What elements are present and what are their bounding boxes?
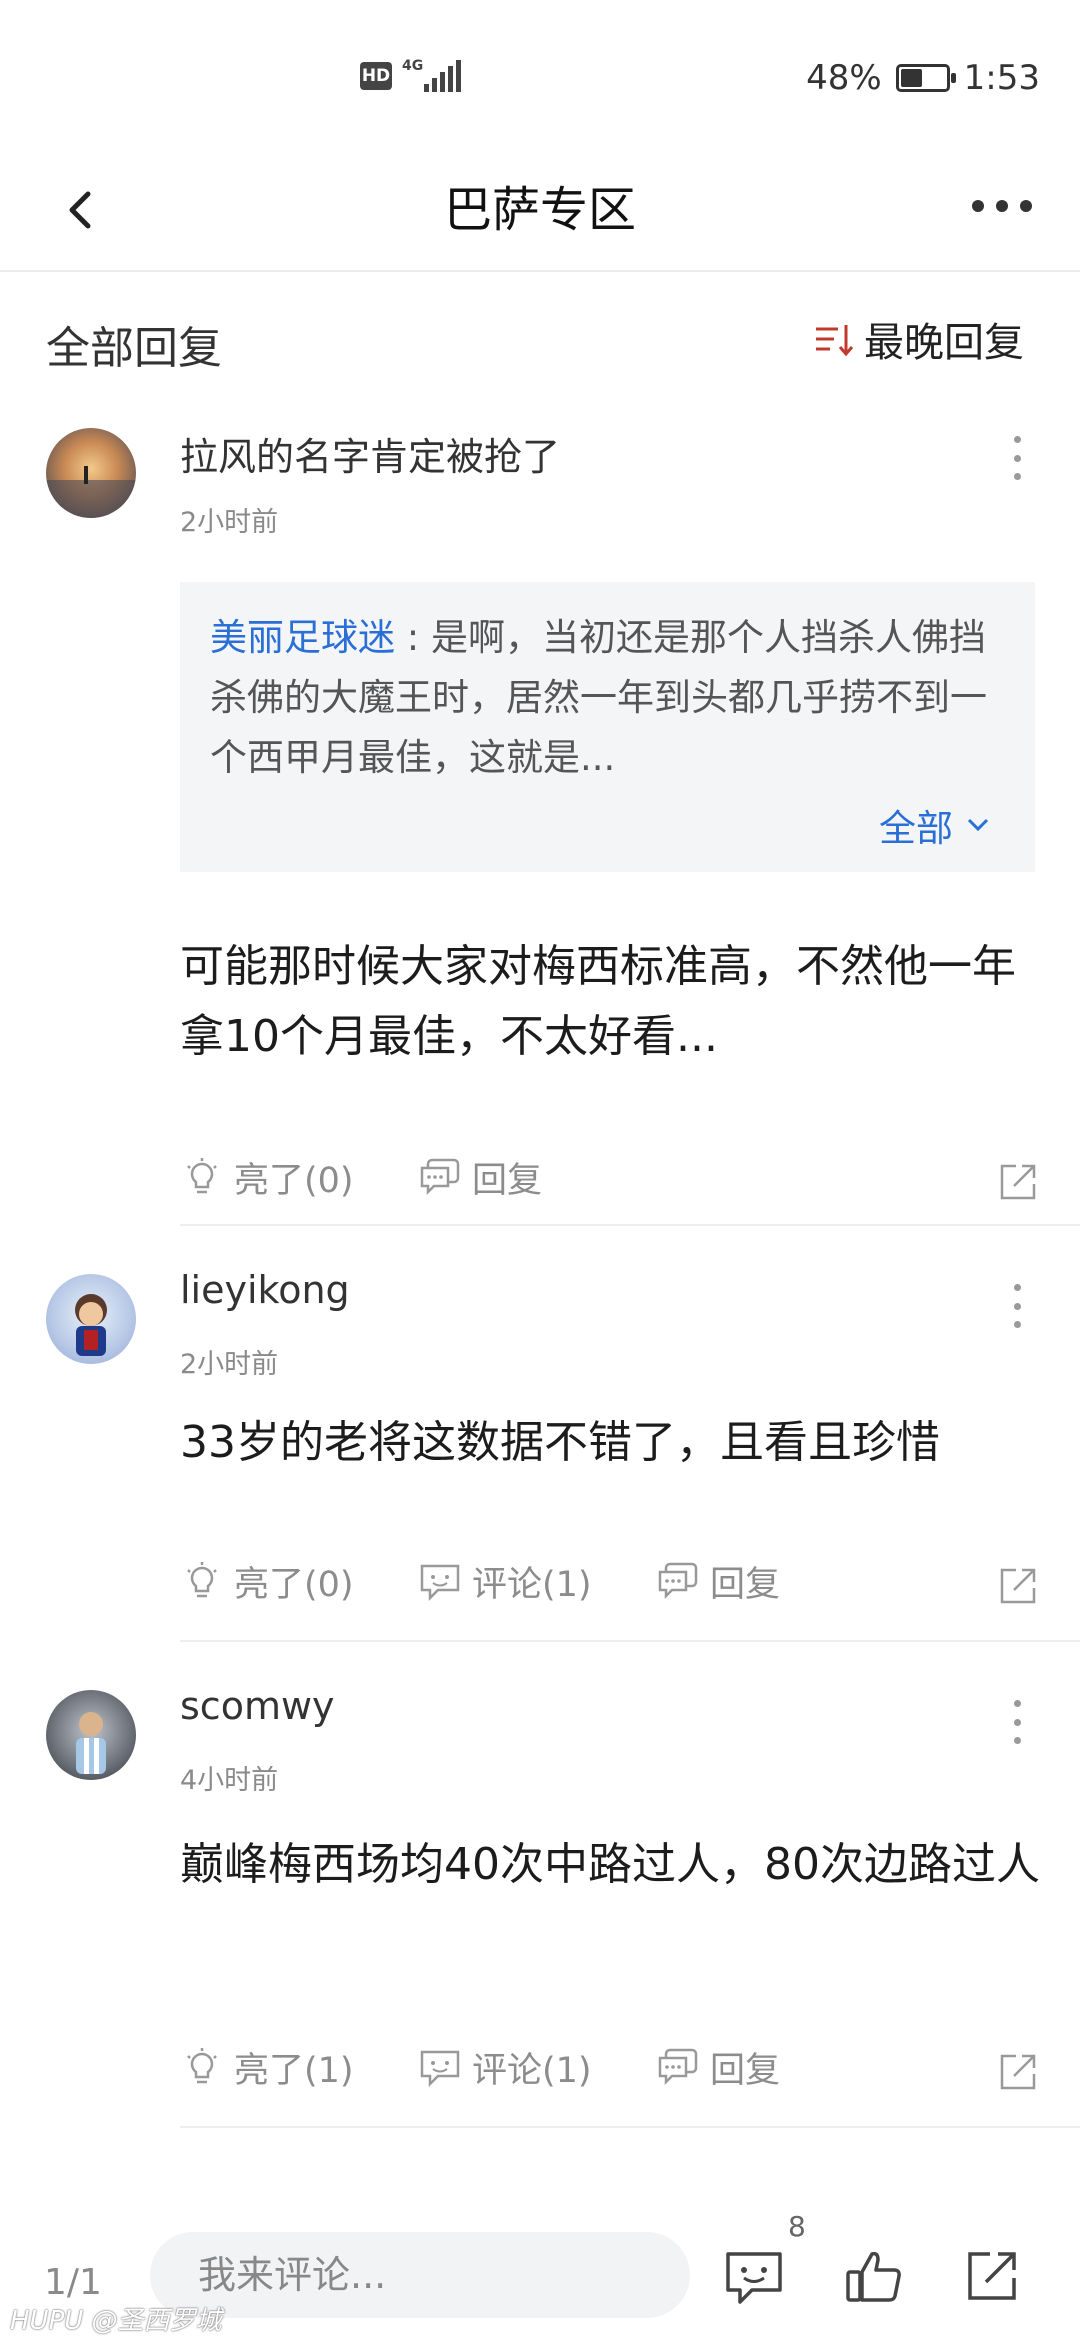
lightbulb-icon	[187, 1157, 217, 1193]
comment-menu-icon[interactable]	[1010, 1284, 1024, 1328]
username[interactable]: lieyikong	[180, 1268, 350, 1312]
top-nav: 巴萨专区	[0, 150, 1080, 272]
like-label: 亮了(0)	[234, 1161, 354, 1201]
sort-button[interactable]: 最晚回复	[812, 310, 1024, 368]
username[interactable]: 拉风的名字肯定被抢了	[180, 426, 560, 481]
reply-button[interactable]: 回复	[418, 1152, 542, 1203]
comment-menu-icon[interactable]	[1010, 436, 1024, 480]
like-label: 亮了(1)	[234, 2051, 354, 2091]
sort-icon	[816, 325, 854, 357]
timestamp: 2小时前	[180, 1349, 279, 1380]
like-button[interactable]: 亮了(0)	[180, 1556, 354, 1607]
lightbulb-icon	[187, 2047, 217, 2083]
comment-menu-icon[interactable]	[1010, 1700, 1024, 1744]
more-options-icon[interactable]	[972, 194, 1032, 218]
comments-icon[interactable]	[722, 2246, 786, 2310]
chevron-down-icon	[967, 818, 989, 832]
avatar[interactable]	[46, 428, 136, 518]
battery-level	[900, 69, 922, 87]
reply-button[interactable]: 回复	[656, 1556, 780, 1607]
avatar[interactable]	[46, 1690, 136, 1780]
battery-icon	[895, 64, 956, 92]
timestamp: 2小时前	[180, 507, 279, 538]
divider	[180, 2126, 1080, 2128]
quote-username[interactable]: 美丽足球迷	[210, 616, 395, 659]
sort-label: 最晚回复	[864, 320, 1024, 366]
page-indicator: 1/1	[44, 2262, 102, 2303]
reply-button[interactable]: 回复	[656, 2042, 780, 2093]
like-button[interactable]: 亮了(0)	[180, 1152, 354, 1203]
network-type: 4G	[402, 58, 424, 74]
timestamp: 4小时前	[180, 1765, 279, 1796]
share-icon[interactable]	[996, 1564, 1040, 1608]
sort-bar: 全部回复 最晚回复	[0, 272, 1080, 412]
reply-bubble-icon	[658, 2048, 698, 2085]
comment-button[interactable]: 评论(1)	[418, 1556, 592, 1607]
divider	[180, 1640, 1080, 1642]
comment-label: 评论(1)	[472, 2051, 592, 2091]
share-icon[interactable]	[996, 1160, 1040, 1204]
username[interactable]: scomwy	[180, 1684, 335, 1728]
quote-separator: :	[406, 616, 420, 659]
like-button[interactable]: 亮了(1)	[180, 2042, 354, 2093]
hd-icon: HD	[360, 62, 392, 90]
comment-button[interactable]: 评论(1)	[418, 2042, 592, 2093]
comment-body: 可能那时候大家对梅西标准高，不然他一年拿10个月最佳，不太好看...	[180, 941, 1016, 1062]
quote-text: 美丽足球迷 : 是啊，当初还是那个人挡杀人佛挡杀佛的大魔王时，居然一年到头都几乎…	[210, 608, 1005, 788]
expand-label: 全部	[879, 807, 953, 850]
status-right: 48% 1:53	[806, 56, 1040, 100]
comment-input[interactable]: 我来评论...	[150, 2232, 690, 2318]
status-bar: HD 4G 48% 1:53	[0, 0, 1080, 150]
comment-count-badge: 8	[788, 2210, 806, 2243]
share-icon[interactable]	[996, 2050, 1040, 2094]
thumbs-up-icon[interactable]	[842, 2244, 906, 2308]
clock: 1:53	[963, 58, 1040, 98]
comment-label: 评论(1)	[472, 1565, 592, 1605]
expand-quote-button[interactable]: 全部	[879, 798, 991, 852]
avatar[interactable]	[46, 1274, 136, 1364]
lightbulb-icon	[187, 1561, 217, 1597]
divider	[180, 1224, 1080, 1226]
signal-icon	[424, 60, 461, 92]
comment-body: 33岁的老将这数据不错了，且看且珍惜	[180, 1417, 940, 1468]
share-icon[interactable]	[962, 2246, 1022, 2306]
comment-actions: 亮了(0) 评论(1) 回复	[180, 1556, 1040, 1626]
battery-percent: 48%	[806, 58, 882, 98]
reply-label: 回复	[710, 2051, 781, 2091]
all-replies-heading: 全部回复	[46, 323, 222, 374]
comment-body: 巅峰梅西场均40次中路过人，80次边路过人	[180, 1839, 1040, 1890]
comment-actions: 亮了(1) 评论(1) 回复	[180, 2042, 1040, 2112]
quoted-reply[interactable]: 美丽足球迷 : 是啊，当初还是那个人挡杀人佛挡杀佛的大魔王时，居然一年到头都几乎…	[180, 582, 1035, 872]
like-label: 亮了(0)	[234, 1565, 354, 1605]
comment-icon	[420, 2050, 460, 2087]
reply-bubble-icon	[658, 1562, 698, 1599]
comment-actions: 亮了(0) 回复	[180, 1152, 1040, 1222]
watermark: HUPU @圣西罗城	[10, 2306, 222, 2336]
page-title: 巴萨专区	[443, 182, 636, 238]
reply-bubble-icon	[420, 1158, 460, 1195]
reply-label: 回复	[472, 1161, 543, 1201]
reply-label: 回复	[710, 1565, 781, 1605]
comment-icon	[420, 1564, 460, 1601]
